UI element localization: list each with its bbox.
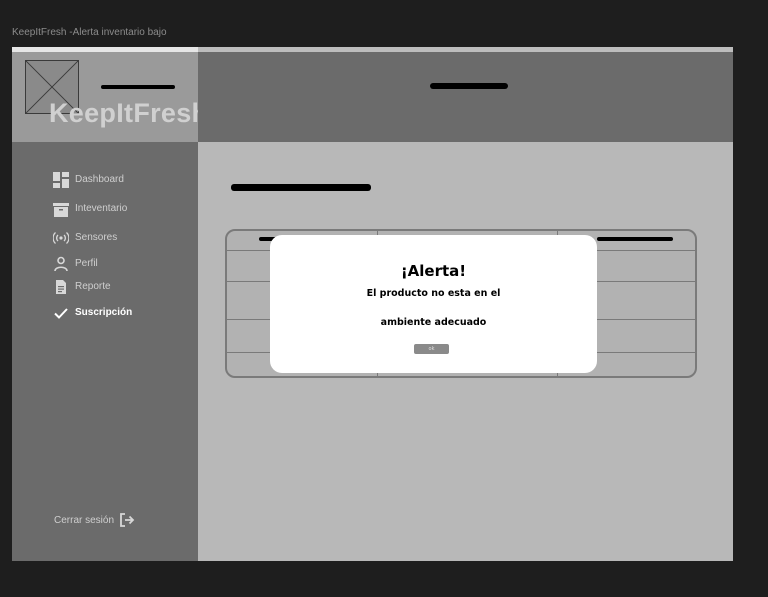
logo-placeholder-line: [101, 85, 175, 89]
modal-message-line1: El producto no esta en el: [366, 288, 501, 299]
modal-message-line2: ambiente adecuado: [380, 317, 487, 328]
document-icon: [52, 278, 69, 295]
frame-title: KeepItFresh -Alerta inventario bajo: [12, 27, 167, 38]
sidebar-item-label: Reporte: [75, 281, 111, 292]
sidebar-item-label: Sensores: [75, 232, 118, 243]
logo-area: KeepItFresh: [12, 47, 208, 142]
sidebar-item-inventario[interactable]: Inteventario: [52, 194, 132, 223]
sidebar-item-suscripcion[interactable]: Suscripción: [52, 298, 132, 327]
alert-modal: ¡Alerta! El producto no esta en el ambie…: [270, 235, 597, 373]
ok-button[interactable]: ok: [414, 344, 449, 354]
sidebar-item-sensores[interactable]: Sensores: [52, 223, 132, 252]
table-header-placeholder: [597, 237, 673, 241]
sidebar-item-dashboard[interactable]: Dashboard: [52, 165, 132, 194]
header: [198, 52, 733, 142]
dashboard-icon: [52, 171, 69, 188]
logout-icon: [119, 512, 135, 528]
sidebar-nav: Dashboard Inteventario Sensores Perfil R…: [52, 165, 132, 327]
content-title-placeholder: [231, 184, 371, 191]
sidebar-item-label: Dashboard: [75, 174, 124, 185]
sidebar: KeepItFresh Dashboard Inteventario Senso…: [12, 47, 208, 561]
checkmark-icon: [52, 304, 69, 321]
logout-button[interactable]: Cerrar sesión: [54, 512, 135, 528]
logo-text: KeepItFresh: [49, 98, 209, 128]
sidebar-item-reporte[interactable]: Reporte: [52, 275, 132, 298]
sidebar-item-label: Inteventario: [75, 203, 128, 214]
logout-label: Cerrar sesión: [54, 514, 115, 526]
header-title-placeholder: [430, 83, 508, 89]
sidebar-item-perfil[interactable]: Perfil: [52, 252, 132, 275]
sidebar-item-label: Suscripción: [75, 307, 133, 318]
modal-title: ¡Alerta!: [400, 262, 467, 280]
sidebar-item-label: Perfil: [75, 258, 98, 269]
person-icon: [52, 255, 69, 272]
sensor-waves-icon: [52, 229, 69, 246]
inventory-box-icon: [52, 200, 69, 217]
